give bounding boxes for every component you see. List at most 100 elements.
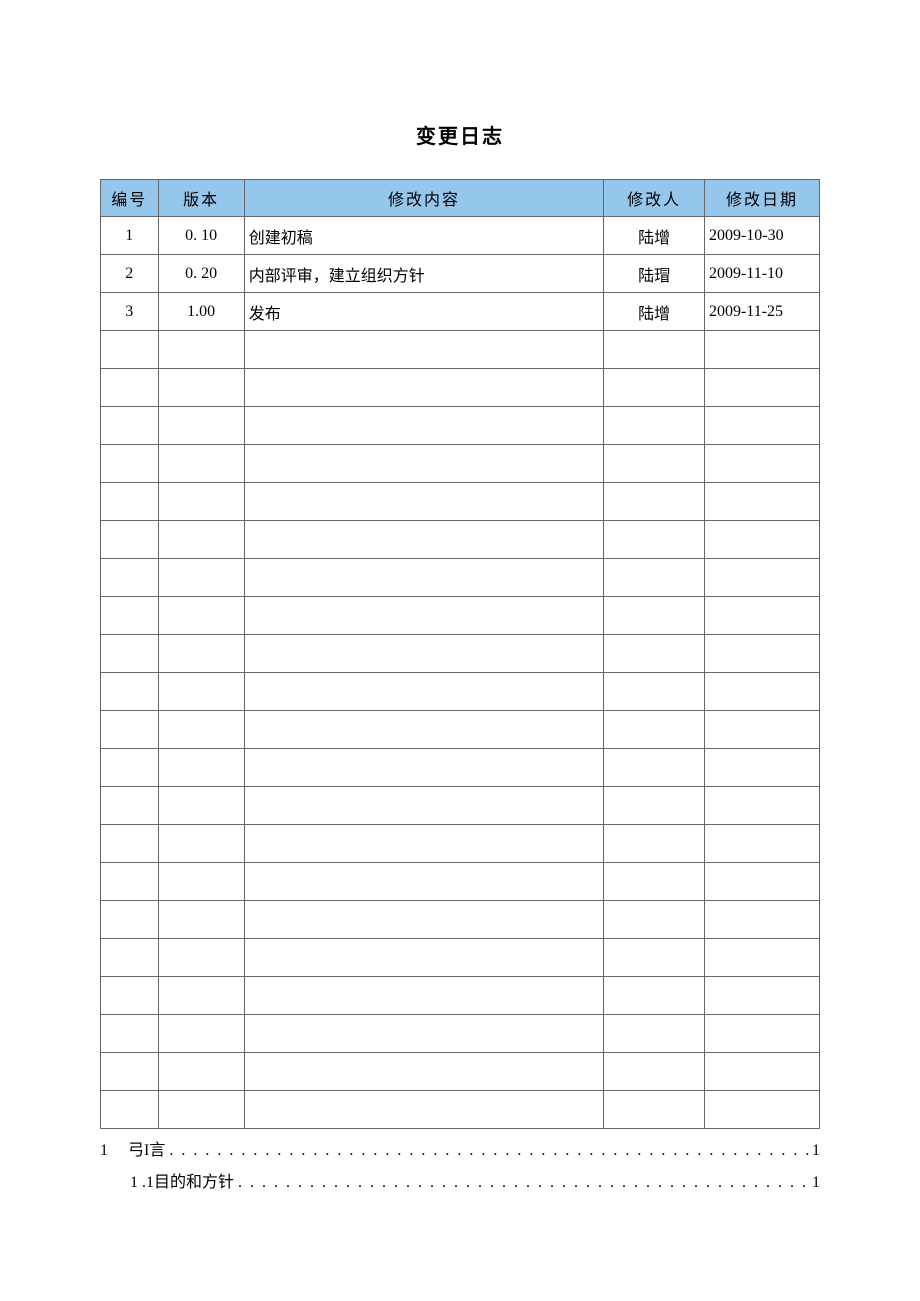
cell-date (704, 863, 819, 901)
cell-date: 2009-11-10 (704, 255, 819, 293)
cell-content (244, 1053, 604, 1091)
cell-date (704, 407, 819, 445)
cell-author (604, 825, 705, 863)
table-row (101, 787, 820, 825)
page-title: 变更日志 (100, 120, 820, 149)
cell-author: 陆增 (604, 217, 705, 255)
table-row (101, 939, 820, 977)
table-row (101, 521, 820, 559)
cell-author (604, 1015, 705, 1053)
table-row (101, 863, 820, 901)
toc-leader-dots (234, 1167, 812, 1199)
table-row (101, 1091, 820, 1129)
table-row: 20. 20内部评审，建立组织方针陆瑁2009-11-10 (101, 255, 820, 293)
cell-date (704, 749, 819, 787)
cell-version (158, 559, 244, 597)
cell-id (101, 559, 159, 597)
table-row (101, 369, 820, 407)
document-page: 变更日志 编号 版本 修改内容 修改人 修改日期 10. 10创建初稿陆增200… (0, 0, 920, 1239)
cell-content (244, 369, 604, 407)
cell-version (158, 673, 244, 711)
cell-id: 1 (101, 217, 159, 255)
cell-author (604, 711, 705, 749)
table-row (101, 559, 820, 597)
cell-version (158, 749, 244, 787)
cell-content (244, 483, 604, 521)
cell-version (158, 787, 244, 825)
table-row: 31.00发布陆增2009-11-25 (101, 293, 820, 331)
cell-version (158, 521, 244, 559)
cell-date (704, 673, 819, 711)
cell-version (158, 825, 244, 863)
cell-id (101, 369, 159, 407)
cell-author (604, 407, 705, 445)
cell-author (604, 635, 705, 673)
header-id: 编号 (101, 180, 159, 217)
cell-id: 2 (101, 255, 159, 293)
cell-id (101, 1053, 159, 1091)
cell-id (101, 483, 159, 521)
cell-content (244, 331, 604, 369)
cell-version: 0. 20 (158, 255, 244, 293)
cell-id (101, 597, 159, 635)
cell-date (704, 445, 819, 483)
table-row (101, 635, 820, 673)
table-row (101, 483, 820, 521)
cell-id (101, 901, 159, 939)
cell-content (244, 901, 604, 939)
cell-date (704, 369, 819, 407)
cell-author (604, 597, 705, 635)
cell-date: 2009-10-30 (704, 217, 819, 255)
cell-date: 2009-11-25 (704, 293, 819, 331)
cell-version (158, 977, 244, 1015)
cell-id (101, 787, 159, 825)
cell-author (604, 559, 705, 597)
cell-content (244, 939, 604, 977)
toc-entry: 1 .1目的和方针 1 (100, 1167, 820, 1199)
toc-page-number: 1 (812, 1135, 820, 1167)
header-author: 修改人 (604, 180, 705, 217)
cell-author (604, 673, 705, 711)
cell-content (244, 711, 604, 749)
table-row (101, 749, 820, 787)
toc-number-label: 1 .1目的和方针 (130, 1167, 234, 1199)
cell-author (604, 1091, 705, 1129)
toc-page-number: 1 (812, 1167, 820, 1199)
table-row (101, 711, 820, 749)
cell-author (604, 977, 705, 1015)
cell-id (101, 939, 159, 977)
cell-version (158, 939, 244, 977)
cell-author (604, 901, 705, 939)
cell-version (158, 1091, 244, 1129)
cell-version (158, 711, 244, 749)
cell-id (101, 825, 159, 863)
cell-date (704, 977, 819, 1015)
cell-version (158, 1015, 244, 1053)
cell-date (704, 521, 819, 559)
cell-date (704, 711, 819, 749)
table-of-contents: 1 弓I言 11 .1目的和方针 1 (100, 1135, 820, 1199)
cell-content (244, 445, 604, 483)
table-row (101, 673, 820, 711)
cell-version (158, 407, 244, 445)
cell-date (704, 787, 819, 825)
toc-entry: 1弓I言1 (100, 1135, 820, 1167)
cell-content: 创建初稿 (244, 217, 604, 255)
cell-author: 陆瑁 (604, 255, 705, 293)
cell-content (244, 863, 604, 901)
cell-content (244, 597, 604, 635)
cell-content (244, 635, 604, 673)
cell-date (704, 1053, 819, 1091)
cell-author (604, 749, 705, 787)
cell-content (244, 825, 604, 863)
cell-content (244, 1091, 604, 1129)
toc-label: 弓I言 (128, 1135, 165, 1167)
cell-content (244, 977, 604, 1015)
cell-content (244, 407, 604, 445)
table-header-row: 编号 版本 修改内容 修改人 修改日期 (101, 180, 820, 217)
cell-date (704, 597, 819, 635)
table-row (101, 445, 820, 483)
header-version: 版本 (158, 180, 244, 217)
cell-version: 0. 10 (158, 217, 244, 255)
cell-date (704, 331, 819, 369)
